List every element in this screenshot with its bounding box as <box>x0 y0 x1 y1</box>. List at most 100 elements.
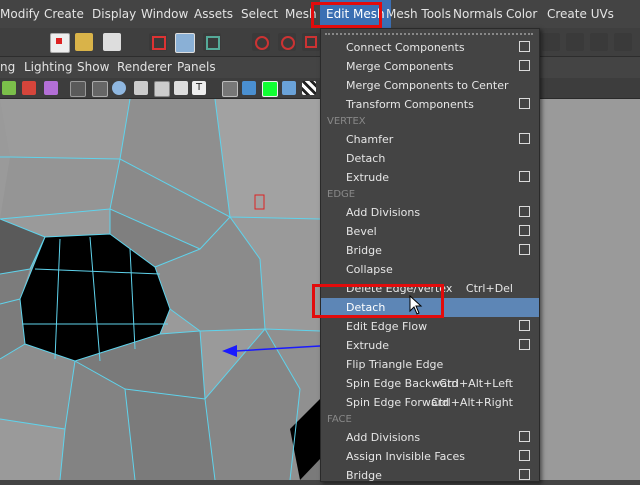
menu-item-bridge[interactable]: Bridge <box>321 466 539 485</box>
render-view-icon[interactable] <box>614 33 632 51</box>
menu-item-label: Detach <box>346 152 386 165</box>
menu-item-label: Assign Invisible Faces <box>346 450 465 463</box>
menu-item-edit-edge-flow[interactable]: Edit Edge Flow <box>321 317 539 336</box>
panel-menu-lighting[interactable]: Lighting <box>24 57 73 78</box>
snap-curve-icon[interactable] <box>278 33 296 51</box>
menu-color[interactable]: Color <box>506 0 537 28</box>
menu-create-uvs[interactable]: Create UVs <box>547 0 614 28</box>
option-box-icon[interactable] <box>519 339 530 350</box>
menu-item-spin-edge-backward[interactable]: Spin Edge Backward Ctrl+Alt+Left <box>321 374 539 393</box>
menu-item-flip-triangle-edge[interactable]: Flip Triangle Edge <box>321 355 539 374</box>
option-box-icon[interactable] <box>519 133 530 144</box>
edit-mesh-menu: Connect Components Merge Components Merge … <box>320 28 540 482</box>
menu-item-shortcut: Ctrl+Alt+Right <box>431 396 513 409</box>
panel-menu-renderer[interactable]: Renderer <box>117 57 172 78</box>
menu-mesh-tools[interactable]: Mesh Tools <box>386 0 451 28</box>
option-box-icon[interactable] <box>519 41 530 52</box>
mesh-face <box>125 389 215 480</box>
checker-icon[interactable] <box>302 81 316 95</box>
new-scene-icon[interactable] <box>50 33 70 53</box>
menu-item-label: Bevel <box>346 225 377 238</box>
menu-section-edge: EDGE <box>327 189 356 200</box>
menu-item-merge-components-to-center[interactable]: Merge Components to Center <box>321 76 539 95</box>
select-hierarchy-icon[interactable] <box>149 33 167 51</box>
menu-item-connect-components[interactable]: Connect Components <box>321 38 539 57</box>
option-box-icon[interactable] <box>519 98 530 109</box>
option-box-icon[interactable] <box>519 171 530 182</box>
xray-active-icon[interactable] <box>282 81 296 95</box>
open-scene-icon[interactable] <box>75 33 93 51</box>
xray-joints-icon[interactable] <box>262 81 278 97</box>
mesh-face <box>215 99 320 219</box>
option-box-icon[interactable] <box>519 450 530 461</box>
select-component-icon[interactable] <box>203 33 221 51</box>
menu-item-spin-edge-forward[interactable]: Spin Edge Forward Ctrl+Alt+Right <box>321 393 539 412</box>
bookmark-icon[interactable] <box>22 81 36 95</box>
option-box-icon[interactable] <box>519 206 530 217</box>
annotation-box-detach <box>312 284 444 318</box>
wireframe-icon[interactable] <box>70 81 86 97</box>
menu-item-extrude[interactable]: Extrude <box>321 168 539 187</box>
text-toggle-icon[interactable]: T <box>192 81 206 95</box>
snap-point-icon[interactable] <box>302 33 320 51</box>
menu-item-label: Extrude <box>346 339 390 352</box>
menu-item-label: Add Divisions <box>346 206 421 219</box>
menu-item-detach[interactable]: Detach <box>321 149 539 168</box>
mouse-cursor-icon <box>409 295 423 315</box>
menu-display[interactable]: Display <box>92 0 136 28</box>
menu-item-shortcut: Ctrl+Del <box>465 282 513 295</box>
camera-attributes-icon[interactable] <box>2 81 16 95</box>
panel-menu-shading[interactable]: ng <box>0 57 15 78</box>
menu-modify[interactable]: Modify <box>0 0 40 28</box>
menu-window[interactable]: Window <box>141 0 188 28</box>
image-plane-icon[interactable] <box>44 81 58 95</box>
isolate-select-icon[interactable] <box>222 81 238 97</box>
menu-item-label: Collapse <box>346 263 393 276</box>
menu-item-collapse[interactable]: Collapse <box>321 260 539 279</box>
smooth-shade-icon[interactable] <box>112 81 126 95</box>
menu-item-label: Bridge <box>346 244 382 257</box>
lighting-icon[interactable] <box>174 81 188 95</box>
menu-item-transform-components[interactable]: Transform Components <box>321 95 539 114</box>
menu-create[interactable]: Create <box>44 0 84 28</box>
menu-item-merge-components[interactable]: Merge Components <box>321 57 539 76</box>
ipr-render-icon[interactable] <box>590 33 608 51</box>
option-box-icon[interactable] <box>519 225 530 236</box>
menu-item-label: Merge Components <box>346 60 454 73</box>
menu-section-face: FACE <box>327 414 352 425</box>
move-manipulator-arrow <box>222 345 237 357</box>
panel-menu-show[interactable]: Show <box>77 57 109 78</box>
option-box-icon[interactable] <box>519 469 530 480</box>
menu-item-chamfer[interactable]: Chamfer <box>321 130 539 149</box>
menu-item-label: Connect Components <box>346 41 465 54</box>
textured-icon[interactable] <box>154 81 170 97</box>
mesh-face <box>0 99 130 159</box>
menu-item-assign-invisible-faces[interactable]: Assign Invisible Faces <box>321 447 539 466</box>
menu-normals[interactable]: Normals <box>453 0 503 28</box>
menu-item-label: Chamfer <box>346 133 394 146</box>
menu-item-bridge[interactable]: Bridge <box>321 241 539 260</box>
option-box-icon[interactable] <box>519 431 530 442</box>
panel-menu-panels[interactable]: Panels <box>177 57 216 78</box>
menu-item-bevel[interactable]: Bevel <box>321 222 539 241</box>
menu-item-label: Edit Edge Flow <box>346 320 428 333</box>
grid-toggle-icon[interactable] <box>92 81 108 97</box>
option-box-icon[interactable] <box>519 320 530 331</box>
render-settings-icon[interactable] <box>566 33 584 51</box>
menu-item-label: Add Divisions <box>346 431 421 444</box>
render-icon[interactable] <box>542 33 560 51</box>
menu-item-label: Bridge <box>346 469 382 482</box>
menu-item-add-divisions[interactable]: Add Divisions <box>321 428 539 447</box>
option-box-icon[interactable] <box>519 244 530 255</box>
menu-assets[interactable]: Assets <box>194 0 233 28</box>
menu-item-add-divisions[interactable]: Add Divisions <box>321 203 539 222</box>
snap-grid-icon[interactable] <box>252 33 270 51</box>
option-box-icon[interactable] <box>519 60 530 71</box>
menu-select[interactable]: Select <box>241 0 278 28</box>
save-scene-icon[interactable] <box>103 33 121 51</box>
xray-icon[interactable] <box>242 81 256 95</box>
menu-section-vertex: VERTEX <box>327 116 366 127</box>
default-material-icon[interactable] <box>134 81 148 95</box>
menu-item-extrude[interactable]: Extrude <box>321 336 539 355</box>
select-object-icon[interactable] <box>175 33 195 53</box>
